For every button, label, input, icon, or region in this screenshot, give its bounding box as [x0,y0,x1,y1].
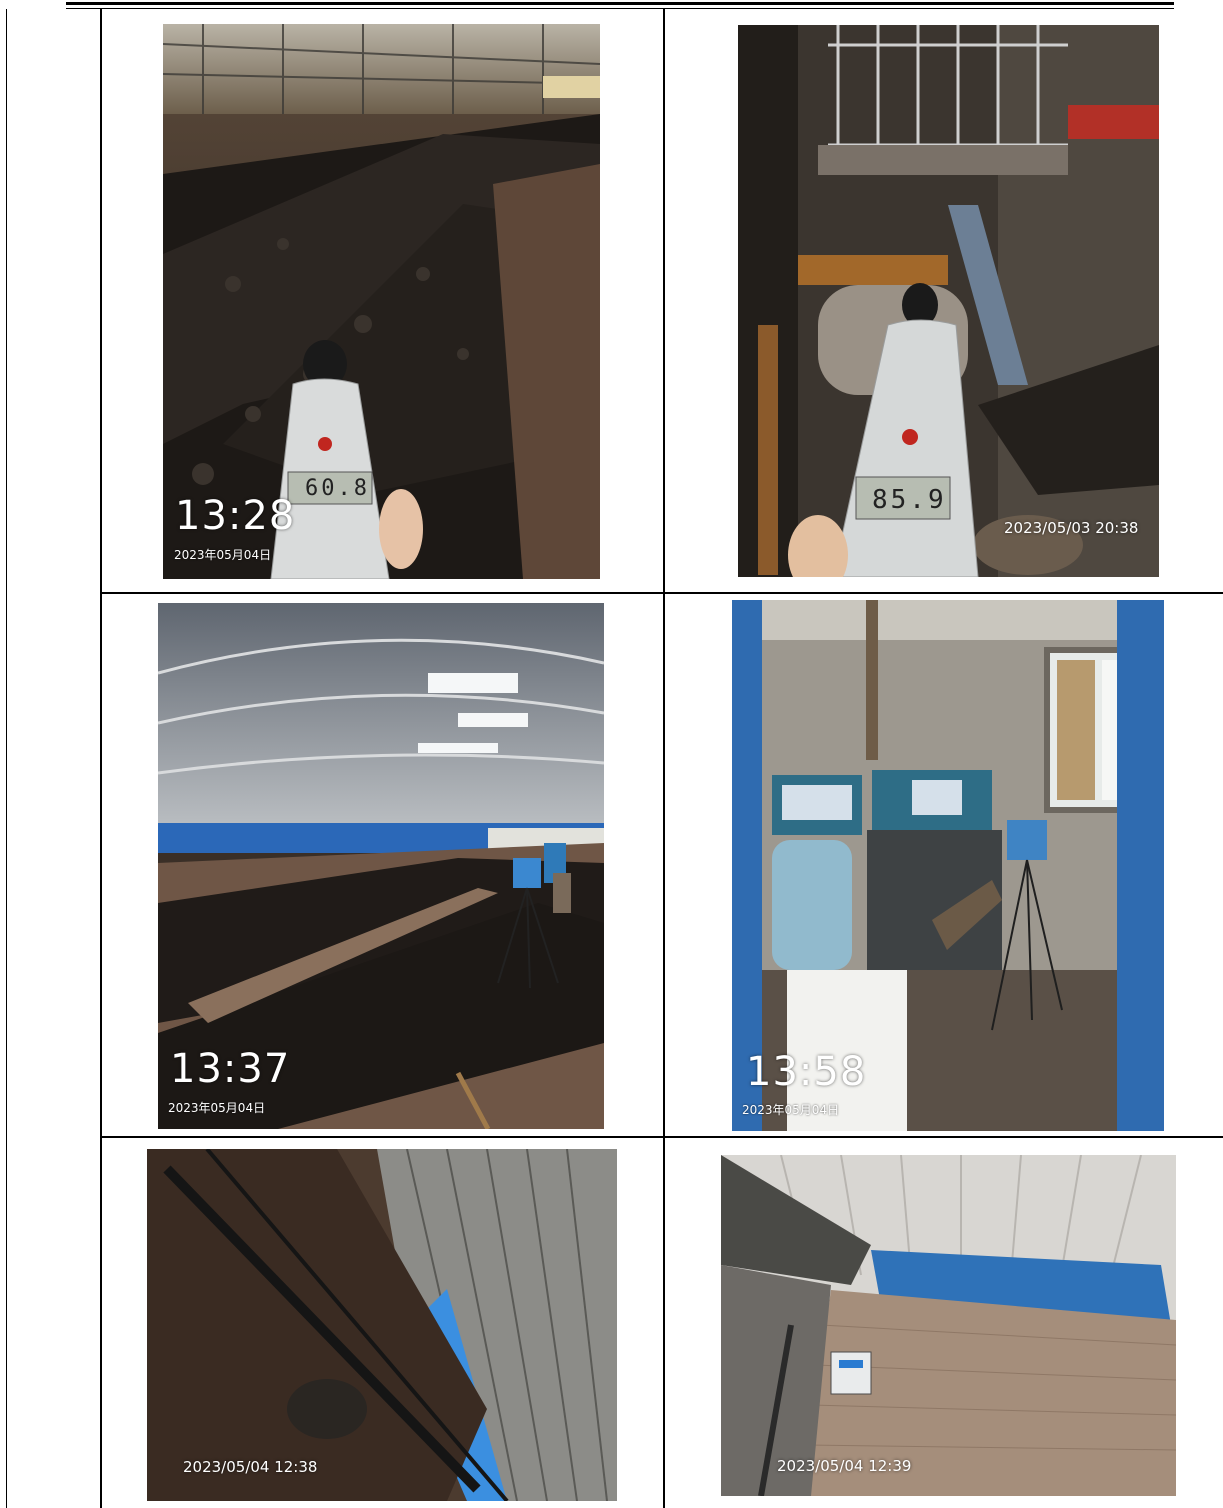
photo-kiln-wall-control-box: 2023/05/04 12:39 [721,1155,1176,1496]
crusher-motor-scene [738,25,1159,577]
header-rule-thin [66,8,1174,9]
photo-date-overlay: 2023年05月04日 [742,1103,840,1117]
photo-datetime-stamp: 2023/05/04 12:39 [777,1457,912,1475]
photo-coal-pile-noise-meter: 60.8 13:28 2023年05月04日 [163,24,600,579]
table-row-divider-1 [100,592,1223,594]
photo-coal-shed-sampler: 13:37 2023年05月04日 [158,603,604,1129]
meter-lcd-reading: 85.9 [872,485,947,515]
table-label-column-border [100,9,102,1508]
photo-date-overlay: 2023年05月04日 [168,1101,266,1115]
photo-time-overlay: 13:58 [746,1049,867,1095]
photo-control-room-sampler: 13:58 2023年05月04日 [732,600,1164,1131]
kiln-wall-scene [721,1155,1176,1496]
table-left-border [6,9,7,1508]
photo-datetime-stamp: 2023/05/04 12:38 [183,1458,318,1476]
photo-crusher-motor-noise-meter: 85.9 2023/05/03 20:38 [738,25,1159,577]
photo-date-overlay: 2023年05月04日 [174,548,272,562]
document-page: 60.8 13:28 2023年05月04日 85.9 2023/05/03 2… [0,0,1223,1508]
meter-lcd-reading: 60.8 [305,476,370,501]
conveyor-belt-scene [147,1149,617,1501]
photo-time-overlay: 13:37 [170,1046,291,1092]
photo-conveyor-belt-shed: 2023/05/04 12:38 [147,1149,617,1501]
header-rule-thick [66,2,1174,5]
table-middle-divider [663,9,665,1508]
photo-time-overlay: 13:28 [175,493,296,539]
table-row-divider-2 [100,1136,1223,1138]
photo-datetime-stamp: 2023/05/03 20:38 [1004,519,1139,537]
